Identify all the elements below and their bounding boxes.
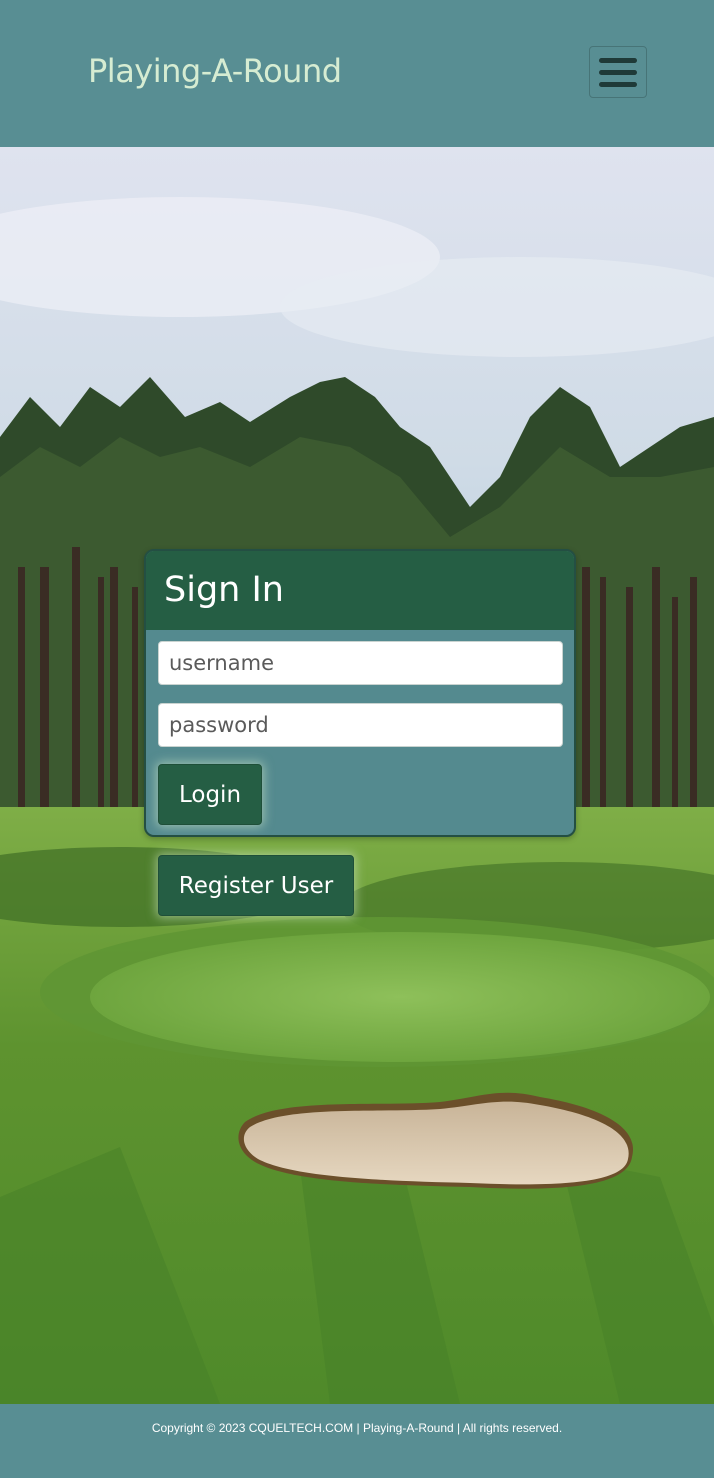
password-input[interactable] [158, 703, 563, 747]
username-input[interactable] [158, 641, 563, 685]
sign-in-card: Sign In Login [144, 549, 576, 837]
login-button[interactable]: Login [158, 764, 262, 825]
sign-in-title: Sign In [164, 570, 284, 610]
hamburger-menu-icon-bar-3 [599, 81, 637, 87]
brand-logo-text[interactable]: Playing-A-Round [88, 52, 342, 90]
site-header: Playing-A-Round [0, 0, 714, 147]
register-user-button[interactable]: Register User [158, 855, 354, 916]
copyright-text: Copyright © 2023 CQUELTECH.COM | Playing… [151, 1421, 563, 1435]
navbar-toggle-button[interactable] [589, 46, 647, 98]
page: Playing-A-Round Sign In username Login R… [0, 0, 714, 1478]
hamburger-menu-icon [599, 57, 637, 63]
sign-in-card-header: Sign In [146, 551, 574, 630]
hamburger-menu-icon-bar-2 [599, 69, 637, 75]
site-footer: Copyright © 2023 CQUELTECH.COM | Playing… [0, 1404, 714, 1478]
